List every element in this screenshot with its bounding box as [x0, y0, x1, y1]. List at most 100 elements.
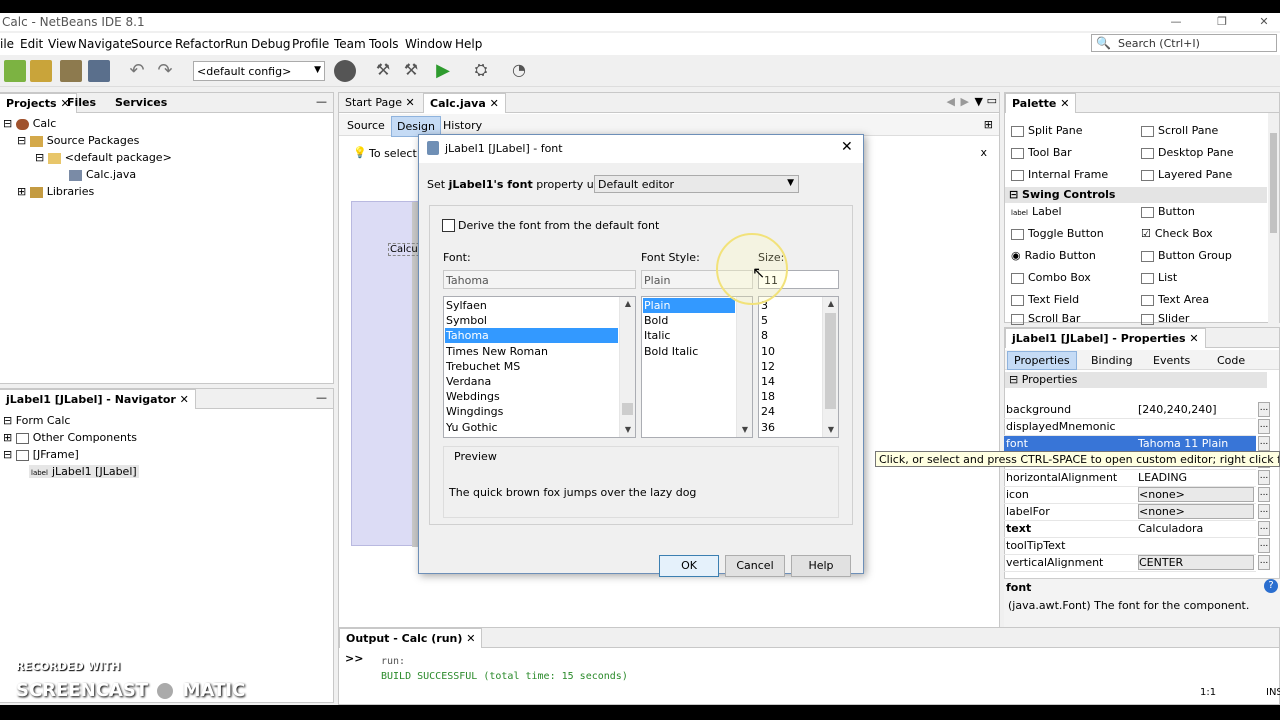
palette-internal-frame[interactable]: Internal Frame [1011, 168, 1108, 181]
tab-services[interactable]: Services [109, 93, 173, 113]
property-custom-editor-button[interactable]: ... [1258, 521, 1270, 536]
list-item[interactable]: Times New Roman [445, 344, 618, 359]
tab-list-icon[interactable]: ▼ [975, 95, 983, 108]
menu-window[interactable]: Window [405, 37, 452, 51]
dialog-close-icon[interactable]: ✕ [841, 139, 853, 155]
property-row-horizontalalignment[interactable]: horizontalAlignment LEADING... [1004, 470, 1270, 487]
list-item[interactable]: 10 [760, 344, 821, 359]
tree-source-packages[interactable]: ⊟ Source Packages [17, 134, 139, 147]
open-project-icon[interactable] [60, 60, 82, 82]
menu-run[interactable]: Run [225, 37, 248, 51]
ok-button[interactable]: OK [659, 555, 719, 577]
list-item[interactable]: Trebuchet MS [445, 359, 618, 374]
debug-icon[interactable]: ⛭ [470, 60, 492, 82]
build-icon[interactable]: ⚒ [372, 60, 394, 82]
palette-layered-pane[interactable]: Layered Pane [1141, 168, 1232, 181]
palette-split-pane[interactable]: Split Pane [1011, 124, 1083, 137]
list-item[interactable]: 14 [760, 374, 821, 389]
minimize-panel-button[interactable]: — [316, 391, 327, 404]
help-icon[interactable]: ? [1264, 579, 1278, 593]
minimize-button[interactable]: — [1160, 13, 1192, 31]
menu-refactor[interactable]: Refactor [175, 37, 225, 51]
property-custom-editor-button[interactable]: ... [1258, 487, 1270, 502]
property-custom-editor-button[interactable]: ... [1258, 436, 1270, 451]
property-custom-editor-button[interactable]: ... [1258, 402, 1270, 417]
palette-text-area[interactable]: Text Area [1141, 293, 1209, 306]
list-item[interactable]: Sylfaen [445, 298, 618, 313]
palette-button[interactable]: Button [1141, 205, 1195, 218]
property-row-text[interactable]: text Calculadora... [1004, 521, 1270, 538]
list-item[interactable]: 5 [760, 313, 821, 328]
profile-icon[interactable]: ◔ [508, 60, 530, 82]
palette-scroll-pane[interactable]: Scroll Pane [1141, 124, 1218, 137]
palette-text-field[interactable]: Text Field [1011, 293, 1079, 306]
nav-jframe[interactable]: ⊟ [JFrame] [3, 448, 79, 461]
close-window-button[interactable]: ✕ [1248, 13, 1280, 31]
new-file-icon[interactable] [4, 60, 26, 82]
menu-view[interactable]: View [48, 37, 76, 51]
history-tab[interactable]: History [443, 119, 482, 132]
list-item[interactable]: Wingdings [445, 404, 618, 419]
subtab-events[interactable]: Events [1153, 354, 1190, 367]
palette-list[interactable]: List [1141, 271, 1177, 284]
property-row-background[interactable]: background [240,240,240]... [1004, 402, 1270, 419]
scroll-tabs-right-icon[interactable]: ▶ [961, 95, 969, 108]
list-item[interactable]: 24 [760, 404, 821, 419]
font-list[interactable]: ▲ ▼ Sylfaen Symbol Tahoma Times New Roman Tr… [443, 296, 636, 438]
palette-tool-bar[interactable]: Tool Bar [1011, 146, 1072, 159]
list-item[interactable]: 8 [760, 328, 821, 343]
list-item[interactable]: 18 [760, 389, 821, 404]
palette-radio-button[interactable]: ◉ Radio Button [1011, 249, 1096, 262]
menu-team[interactable]: Team [334, 37, 366, 51]
property-custom-editor-button[interactable]: ... [1258, 470, 1270, 485]
maximize-editor-icon[interactable]: ▭ [987, 94, 997, 107]
font-style-list[interactable]: ▼ Plain Bold Italic Bold Italic [641, 296, 753, 438]
property-custom-editor-button[interactable]: ... [1258, 555, 1270, 570]
property-row-tooltiptext[interactable]: toolTipText... [1004, 538, 1270, 555]
list-item[interactable]: Plain [643, 298, 735, 313]
list-item[interactable]: Yu Gothic [445, 420, 618, 435]
menu-edit[interactable]: Edit [20, 37, 43, 51]
font-list-scrollbar[interactable]: ▲ ▼ [619, 297, 635, 437]
list-item[interactable]: Webdings [445, 389, 618, 404]
menu-profile[interactable]: Profile [292, 37, 329, 51]
property-row-displayedmnemonic[interactable]: displayedMnemonic... [1004, 419, 1270, 436]
minimize-panel-button[interactable]: — [316, 95, 327, 108]
palette-scroll-bar[interactable]: Scroll Bar [1011, 312, 1080, 325]
palette-section-swing-controls[interactable]: ⊟ Swing Controls [1005, 187, 1267, 203]
palette-slider[interactable]: Slider [1141, 312, 1189, 325]
list-item[interactable]: Verdana [445, 374, 618, 389]
menu-help[interactable]: Help [455, 37, 482, 51]
tree-libraries[interactable]: ⊞ Libraries [17, 185, 94, 198]
list-item[interactable]: Bold Italic [643, 344, 735, 359]
list-item[interactable]: Italic [643, 328, 735, 343]
search-box[interactable]: 🔍 Search (Ctrl+I) [1091, 34, 1277, 52]
run-icon[interactable]: ▶ [432, 60, 454, 82]
palette-toggle-button[interactable]: Toggle Button [1011, 227, 1104, 240]
nav-other-components[interactable]: ⊞ Other Components [3, 431, 137, 444]
editor-choice-select[interactable]: Default editor ▼ [594, 175, 799, 193]
undo-icon[interactable]: ↶ [126, 60, 148, 82]
tab-files[interactable]: Files [61, 93, 102, 113]
font-size-list[interactable]: ▲ ▼ 3 5 8 10 12 14 18 24 36 [758, 296, 839, 438]
menu-source[interactable]: Source [131, 37, 172, 51]
list-item[interactable]: Symbol [445, 313, 618, 328]
property-custom-editor-button[interactable]: ... [1258, 538, 1270, 553]
tab-navigator[interactable]: jLabel1 [JLabel] - Navigator ✕ [0, 389, 196, 409]
cancel-button[interactable]: Cancel [725, 555, 785, 577]
palette-check-box[interactable]: ☑ Check Box [1141, 227, 1213, 240]
palette-scrollbar[interactable] [1268, 113, 1279, 323]
grid-icon[interactable]: ⊞ [984, 118, 993, 131]
property-custom-editor-button[interactable]: ... [1258, 419, 1270, 434]
list-item[interactable]: 12 [760, 359, 821, 374]
nav-jlabel1[interactable]: label jLabel1 [JLabel] [29, 465, 139, 478]
list-item[interactable]: 36 [760, 420, 821, 435]
new-project-icon[interactable] [30, 60, 52, 82]
subtab-binding[interactable]: Binding [1091, 354, 1133, 367]
tab-palette[interactable]: Palette ✕ [1005, 93, 1077, 113]
tab-calc-java[interactable]: Calc.java ✕ [423, 93, 506, 113]
help-button[interactable]: Help [791, 555, 851, 577]
subtab-code[interactable]: Code [1217, 354, 1245, 367]
tree-calc-java[interactable]: Calc.java [69, 168, 136, 181]
properties-section[interactable]: ⊟ Properties [1005, 372, 1267, 388]
